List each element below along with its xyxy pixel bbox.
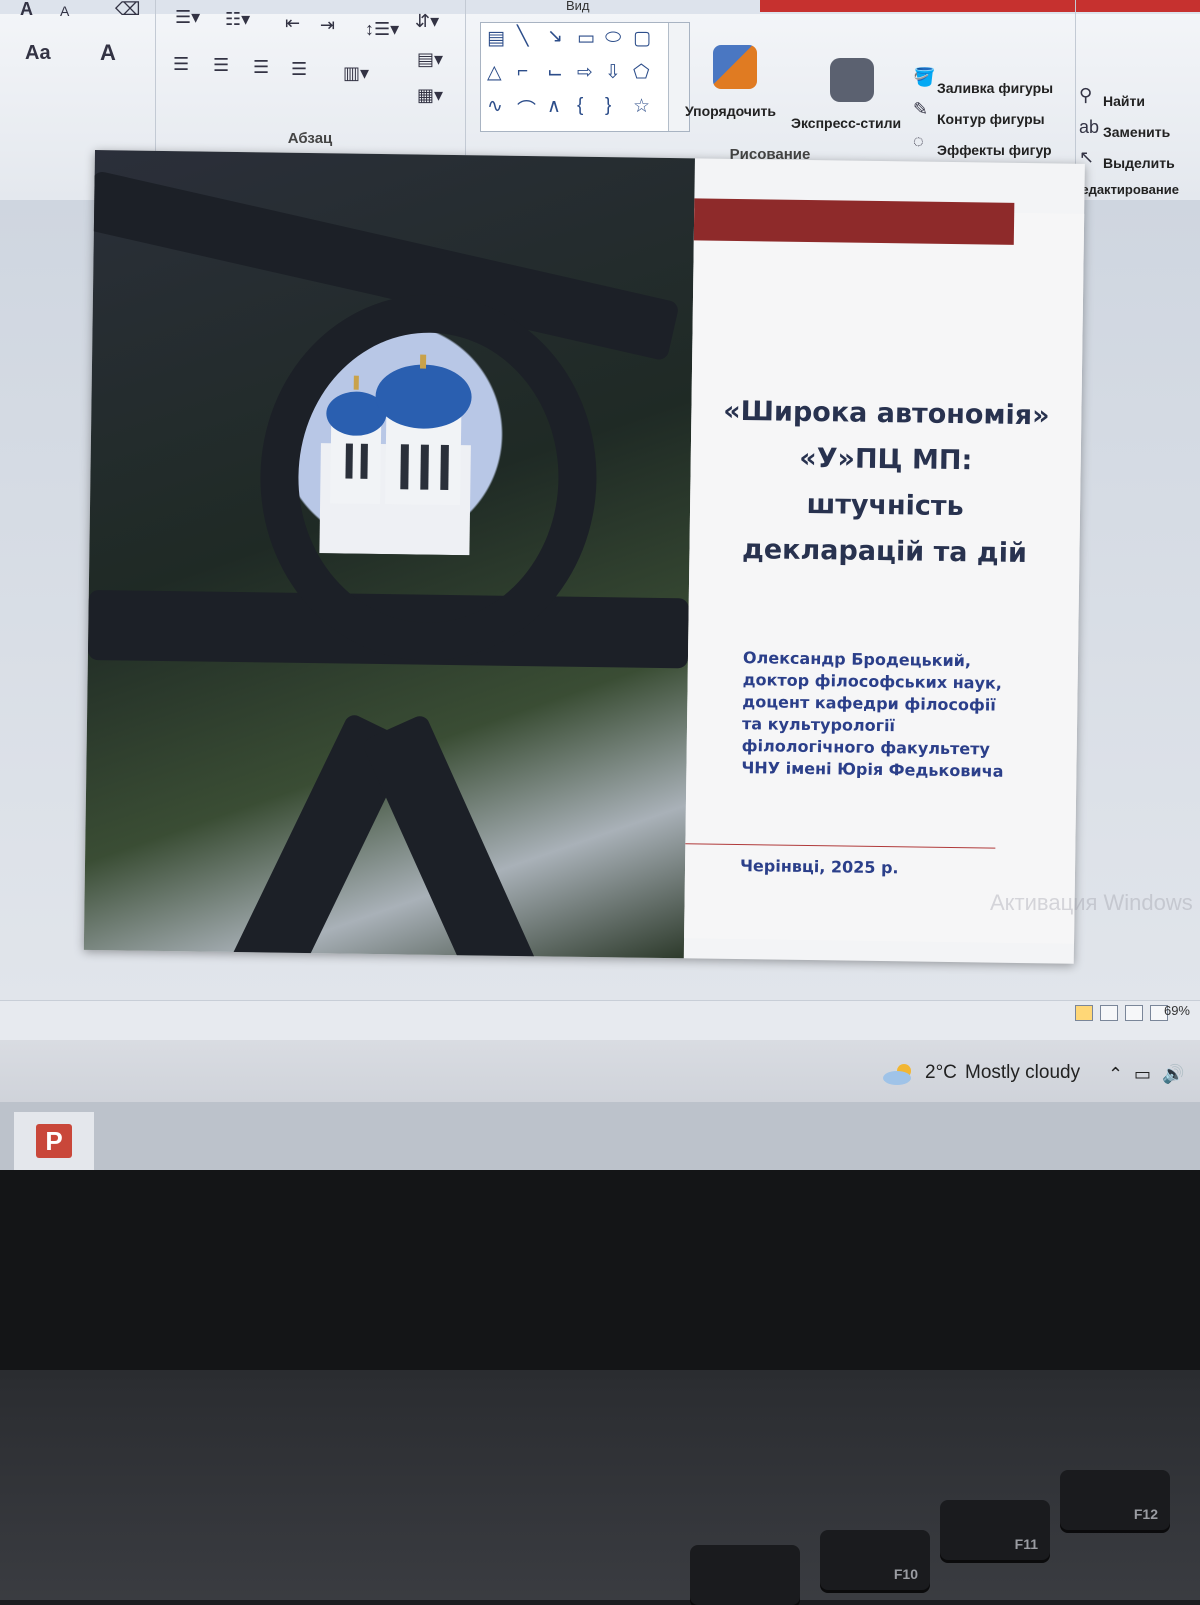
align-text-icon[interactable]: ▤▾ [417, 50, 443, 68]
slide-title-line: «У»ПЦ МП: [799, 442, 973, 477]
battery-icon[interactable]: ▭ [1134, 1064, 1151, 1085]
textbox-shape-icon[interactable]: ▤ [487, 27, 505, 50]
select-button[interactable]: Выделить [1103, 155, 1175, 171]
smartart-icon[interactable]: ▦▾ [417, 86, 443, 104]
key-f9 [690, 1545, 800, 1605]
slide-title-line: штучність [806, 488, 964, 523]
paragraph-group-label: Абзац [287, 130, 333, 147]
line-spacing-icon[interactable]: ↕☰▾ [365, 20, 399, 38]
replace-button[interactable]: Заменить [1103, 124, 1170, 140]
numbering-icon[interactable]: ☷▾ [225, 10, 250, 28]
left-brace-icon[interactable]: { [577, 95, 583, 117]
key-label: F10 [893, 1566, 918, 1582]
font-color-icon[interactable]: A [100, 42, 116, 64]
find-button[interactable]: Найти [1103, 93, 1145, 109]
binoculars-icon: ⚲ [1079, 85, 1093, 105]
elbow-arrow-icon[interactable]: ⌙ [547, 61, 563, 84]
taskbar-lower [0, 1102, 1200, 1170]
reading-view-button[interactable] [1125, 1005, 1143, 1021]
clear-format-icon[interactable]: ⌫ [115, 0, 140, 18]
arc-shape-icon[interactable]: ⌒ [517, 95, 536, 122]
oval-shape-icon[interactable]: ⬭ [605, 27, 621, 49]
powerpoint-icon: P [36, 1124, 72, 1158]
quick-styles-icon[interactable] [830, 58, 874, 102]
slide-accent-bar [693, 198, 1015, 245]
align-center-icon[interactable]: ☰ [213, 56, 229, 74]
slide-sorter-button[interactable] [1100, 1005, 1118, 1021]
line-shape-icon[interactable]: ╲ [517, 25, 528, 48]
pentagon-shape-icon[interactable]: ⬠ [633, 61, 650, 84]
slide-title[interactable]: «Широка автономія» «У»ПЦ МП: штучність д… [699, 388, 1072, 577]
change-case-button[interactable]: Aa [25, 43, 51, 63]
align-left-icon[interactable]: ☰ [173, 55, 189, 73]
curve-shape-icon[interactable]: ∧ [547, 95, 561, 118]
key-label: F11 [1014, 1536, 1038, 1552]
weather-desc[interactable]: Mostly cloudy [965, 1062, 1080, 1084]
zoom-level[interactable]: 69% [1164, 1003, 1190, 1018]
paint-bucket-icon: 🪣 [913, 67, 936, 87]
slide-author-block[interactable]: Олександр Бродецький, доктор філософськи… [741, 647, 1063, 783]
freeform-shape-icon[interactable]: ∿ [487, 95, 503, 118]
editing-group-label: Редактирование [1073, 182, 1179, 197]
key-label: F12 [1133, 1506, 1158, 1522]
triangle-shape-icon[interactable]: △ [487, 61, 502, 84]
star-shape-icon[interactable]: ☆ [633, 95, 650, 118]
quick-styles-button[interactable]: Экспресс-стили [791, 115, 901, 131]
shrink-font-icon[interactable]: A [60, 2, 69, 20]
laptop-keyboard-deck: F10 F11 F12 [0, 1370, 1200, 1605]
slide-title-line: декларацій та дій [741, 534, 1028, 570]
taskbar-powerpoint[interactable]: P [14, 1112, 94, 1170]
arrange-button[interactable]: Упорядочить [685, 103, 776, 119]
right-arrow-shape-icon[interactable]: ⇨ [577, 61, 593, 84]
slide[interactable]: «Широка автономія» «У»ПЦ МП: штучність д… [83, 150, 1085, 964]
slide-title-line: «Широка автономія» [723, 395, 1050, 432]
key-f10: F10 [820, 1530, 930, 1590]
chevron-up-icon[interactable]: ⌃ [1108, 1064, 1123, 1085]
arrow-line-shape-icon[interactable]: ↘ [547, 25, 563, 48]
shape-outline-button[interactable]: Контур фигуры [937, 111, 1045, 127]
down-arrow-shape-icon[interactable]: ⇩ [605, 61, 621, 84]
laptop-bezel [0, 1170, 1200, 1370]
columns-icon[interactable]: ▥▾ [343, 64, 369, 82]
bullets-icon[interactable]: ☰▾ [175, 8, 200, 26]
pen-icon: ✎ [913, 99, 929, 119]
align-right-icon[interactable]: ☰ [253, 58, 269, 76]
text-direction-icon[interactable]: ⇵▾ [415, 12, 439, 30]
rounded-rect-shape-icon[interactable]: ▢ [633, 27, 651, 50]
increase-indent-icon[interactable]: ⇥ [320, 16, 335, 34]
weather-temp[interactable]: 2°C [925, 1062, 957, 1084]
status-bar: 69% [0, 1000, 1200, 1041]
elbow-connector-icon[interactable]: ⌐ [517, 61, 528, 83]
replace-icon: ab [1079, 117, 1100, 137]
shapes-gallery[interactable]: ▤ ╲ ↘ ▭ ⬭ ▢ △ ⌐ ⌙ ⇨ ⇩ ⬠ ∿ ⌒ ∧ { } ☆ [480, 22, 690, 132]
screen: Вид A A ⌫ Aa A ☰▾ ☷▾ ⇤ ⇥ ↕☰▾ ⇵▾ ☰ ☰ ☰ ☰ … [0, 0, 1200, 1170]
slide-place-date[interactable]: Черінвці, 2025 р. [740, 856, 899, 877]
slide-photo [83, 150, 695, 959]
fence-bar [360, 712, 540, 959]
editing-group: ⚲ Найти ab Заменить ↖ Выделить Редактиро… [1073, 0, 1200, 197]
right-brace-icon[interactable]: } [605, 95, 611, 117]
rectangle-shape-icon[interactable]: ▭ [577, 27, 595, 50]
key-f11: F11 [940, 1500, 1050, 1560]
decrease-indent-icon[interactable]: ⇤ [285, 14, 300, 32]
normal-view-button[interactable] [1075, 1005, 1093, 1021]
shape-fill-button[interactable]: Заливка фигуры [937, 80, 1053, 96]
key-f12: F12 [1060, 1470, 1170, 1530]
grow-font-icon[interactable]: A [20, 0, 33, 18]
partly-cloudy-icon[interactable] [882, 1062, 916, 1086]
justify-icon[interactable]: ☰ [291, 60, 307, 78]
volume-icon[interactable]: 🔊 [1162, 1064, 1184, 1085]
taskbar: P 2°C Mostly cloudy ⌃ ▭ 🔊 [0, 1040, 1200, 1170]
author-line: ЧНУ імені Юрія Федьковича [741, 758, 1004, 781]
activation-watermark: Активация Windows [990, 890, 1193, 915]
arrange-icon[interactable] [713, 45, 757, 89]
